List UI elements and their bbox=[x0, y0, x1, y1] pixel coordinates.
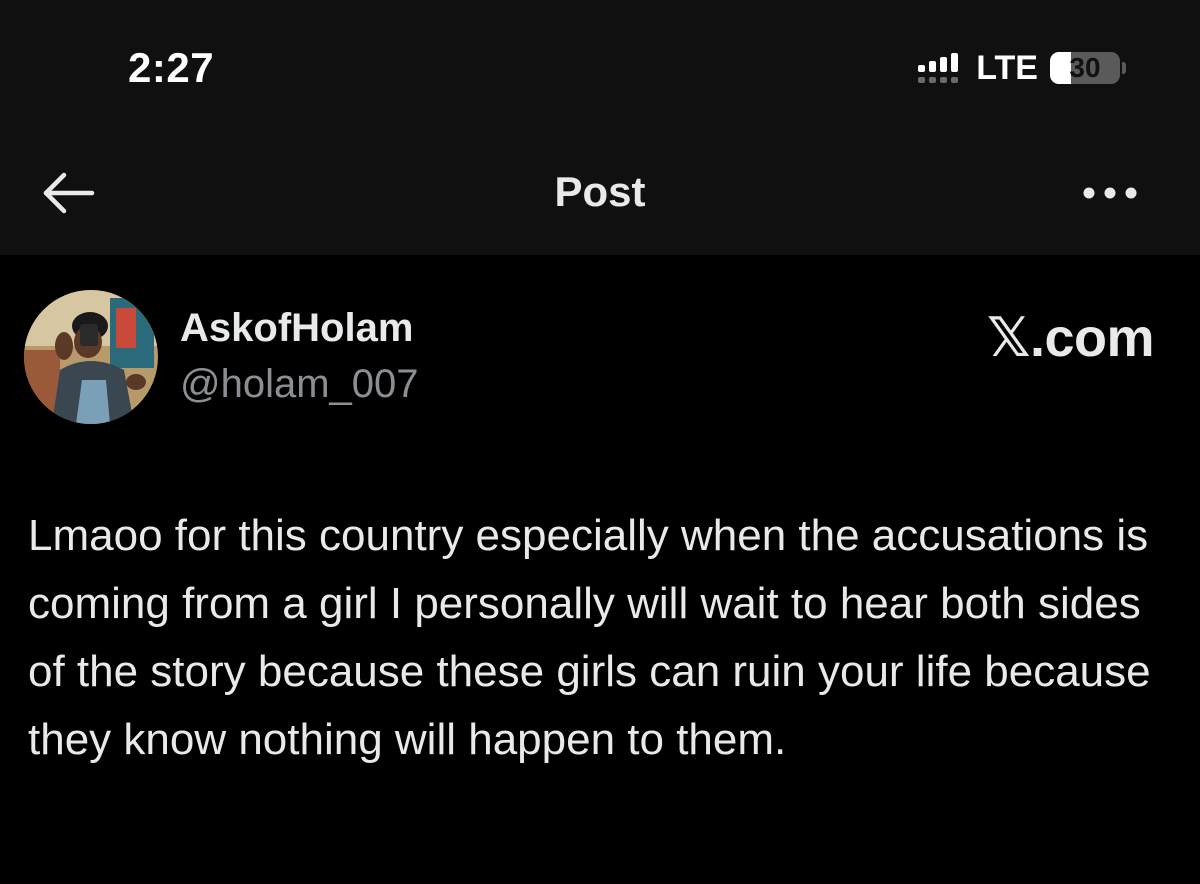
battery-icon: 30 bbox=[1050, 52, 1126, 84]
avatar[interactable] bbox=[24, 290, 158, 424]
x-watermark: 𝕏.com bbox=[986, 308, 1155, 368]
post-text: Lmaoo for this country especially when t… bbox=[28, 511, 1151, 764]
avatar-photo bbox=[24, 290, 158, 424]
more-horizontal-icon[interactable] bbox=[1082, 180, 1138, 206]
battery-level: 30 bbox=[1069, 52, 1101, 83]
network-label: LTE bbox=[976, 48, 1038, 87]
page-title: Post bbox=[554, 168, 646, 215]
status-time: 2:27 bbox=[128, 44, 215, 91]
author-handle[interactable]: @holam_007 bbox=[180, 362, 419, 407]
status-indicators: LTE 30 bbox=[916, 48, 1126, 87]
top-bar: 2:27 LTE 30 Post bbox=[0, 0, 1200, 255]
signal-icon bbox=[918, 53, 959, 83]
author-display-name[interactable]: AskofHolam bbox=[180, 306, 413, 351]
